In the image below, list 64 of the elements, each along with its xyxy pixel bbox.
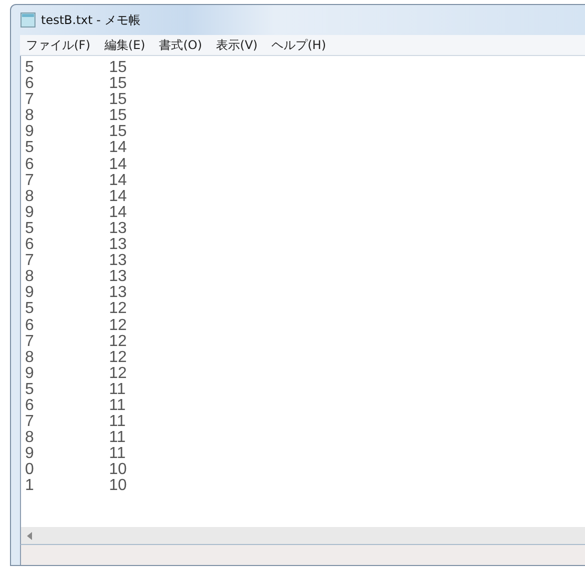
text-value: 6 <box>25 76 35 92</box>
text-value: 14 <box>109 204 127 221</box>
text-value: 6 <box>25 156 35 173</box>
text-value: 8 <box>25 350 35 366</box>
text-value: 7 <box>25 92 35 108</box>
text-value: 8 <box>25 108 35 124</box>
text-value: 11 <box>109 382 126 398</box>
text-value: 11 <box>109 430 126 446</box>
text-value: 14 <box>109 140 127 157</box>
text-value: 9 <box>25 366 35 382</box>
text-value: 12 <box>109 318 127 334</box>
menu-item[interactable]: ファイル(F) <box>26 36 90 54</box>
menu-item[interactable]: 表示(V) <box>216 36 258 54</box>
text-value: 9 <box>25 446 35 462</box>
window-title: testB.txt - メモ帳 <box>41 12 141 28</box>
menu-item[interactable]: 編集(E) <box>104 36 146 54</box>
text-value: 5 <box>25 220 35 238</box>
text-value: 5 <box>25 140 35 157</box>
text-value: 13 <box>109 253 127 270</box>
text-value: 5 <box>25 301 35 318</box>
text-value: 13 <box>109 220 127 238</box>
menu-item[interactable]: 書式(O) <box>159 36 202 54</box>
text-value: 13 <box>109 285 127 302</box>
text-value: 12 <box>109 334 127 350</box>
text-value: 7 <box>25 253 35 270</box>
text-value: 11 <box>109 414 126 430</box>
text-value: 9 <box>25 285 35 302</box>
text-value: 15 <box>109 124 127 140</box>
text-value: 8 <box>25 430 35 446</box>
text-value: 7 <box>25 334 35 350</box>
text-value: 6 <box>25 318 35 334</box>
text-value: 1 <box>25 478 35 495</box>
text-value: 14 <box>109 156 127 173</box>
text-value: 5 <box>25 382 35 398</box>
text-value: 12 <box>109 366 127 382</box>
text-value: 5 <box>25 60 35 76</box>
text-value: 6 <box>25 237 35 254</box>
text-value: 12 <box>109 301 127 318</box>
menu-item[interactable]: ヘルプ(H) <box>272 36 326 54</box>
text-value: 14 <box>109 188 127 205</box>
text-value: 10 <box>109 462 127 478</box>
text-value: 8 <box>25 269 35 286</box>
text-value: 15 <box>109 60 127 76</box>
text-value: 11 <box>109 446 126 462</box>
text-value: 9 <box>25 124 35 140</box>
text-area[interactable]: 5 15 6 15 7 15 8 15 9 15 5 14 6 14 7 14 8 14 9 14 5 13 6 13 7 13 8 13 9 13 5 12 6 12 7 12 8 12 9 12 5 11 6 11 7 11 8 11 9 11 0 10 1 10 <box>20 56 585 527</box>
text-value: 10 <box>109 478 127 495</box>
text-value: 13 <box>109 237 127 254</box>
text-value: 7 <box>25 172 35 189</box>
text-value: 15 <box>109 108 127 124</box>
horizontal-scrollbar[interactable] <box>20 527 585 545</box>
text-value: 11 <box>109 398 126 414</box>
text-value: 14 <box>109 172 127 189</box>
text-value: 15 <box>109 92 127 108</box>
text-value: 13 <box>109 269 127 286</box>
text-value: 7 <box>25 414 35 430</box>
scroll-left-arrow-icon[interactable] <box>27 532 33 540</box>
text-value: 6 <box>25 398 35 414</box>
text-value: 8 <box>25 188 35 205</box>
text-value: 15 <box>109 76 127 92</box>
text-value: 12 <box>109 350 127 366</box>
text-value: 9 <box>25 204 35 221</box>
text-value: 0 <box>25 462 35 478</box>
notepad-icon <box>20 12 36 28</box>
